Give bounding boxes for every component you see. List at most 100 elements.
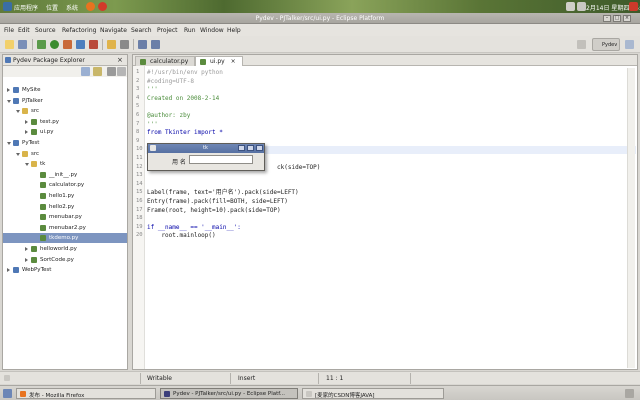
run-icon[interactable] [50, 40, 59, 49]
tk-maximize-button[interactable] [247, 145, 254, 151]
expanded-arrow-icon[interactable] [25, 163, 29, 167]
tree-item[interactable]: __init__.py [3, 170, 127, 180]
tree-item-label: hello2.py [49, 203, 75, 210]
status-bar: Writable Insert 11 : 1 [0, 371, 640, 384]
tree-item[interactable]: WebPyTest [3, 265, 127, 275]
tk-minimize-button[interactable] [238, 145, 245, 151]
collapsed-arrow-icon[interactable] [25, 119, 28, 124]
open-type-icon[interactable] [107, 40, 116, 49]
minimize-panel-icon[interactable] [117, 67, 126, 76]
maximize-button[interactable]: □ [613, 15, 621, 22]
task-label: [麦家的CSDN博客JAVA] [315, 393, 375, 399]
tree-item[interactable]: MySite [3, 85, 127, 95]
help-launcher-icon[interactable] [98, 2, 107, 11]
network-icon[interactable] [566, 2, 575, 11]
tk-window-titlebar[interactable]: tk [148, 144, 264, 153]
back-icon[interactable] [138, 40, 147, 49]
tree-item[interactable]: ui.py [3, 127, 127, 137]
tree-item[interactable]: calculator.py [3, 180, 127, 190]
minimize-button[interactable]: – [603, 15, 611, 22]
collapsed-arrow-icon[interactable] [25, 257, 28, 262]
eclipse-icon [164, 391, 170, 397]
window-titlebar[interactable]: Pydev - PJTalker/src/ui.py - Eclipse Pla… [0, 13, 640, 24]
firefox-launcher-icon[interactable] [86, 2, 95, 11]
line-number: 17 [136, 206, 143, 213]
expanded-arrow-icon[interactable] [16, 110, 20, 114]
tree-item[interactable]: tkdemo.py [3, 233, 127, 244]
tk-close-button[interactable] [256, 145, 263, 151]
expanded-arrow-icon[interactable] [16, 152, 20, 156]
menu-source[interactable]: Source [35, 27, 56, 34]
tree-item[interactable]: tk [3, 159, 127, 169]
search-icon[interactable] [120, 40, 129, 49]
workspace-switcher-icon[interactable] [625, 389, 634, 398]
new-project-icon[interactable] [76, 40, 85, 49]
package-explorer-tab[interactable]: Pydev Package Explorer × [3, 55, 127, 66]
fast-view-icon[interactable] [4, 375, 10, 381]
applications-menu[interactable]: 应用程序 [14, 3, 38, 12]
expanded-arrow-icon[interactable] [7, 99, 11, 103]
view-menu-icon[interactable] [107, 67, 116, 76]
places-menu[interactable]: 位置 [46, 3, 58, 12]
line-number: 19 [136, 223, 143, 230]
tree-item[interactable]: hello2.py [3, 202, 127, 212]
tree-item[interactable]: src [3, 149, 127, 159]
external-tools-icon[interactable] [63, 40, 72, 49]
tree-item[interactable]: PyTest [3, 138, 127, 148]
code-line: ''' [147, 86, 158, 94]
collapsed-arrow-icon[interactable] [25, 130, 28, 135]
menu-search[interactable]: Search [131, 27, 152, 34]
tab-calculator-py[interactable]: calculator.py [135, 56, 196, 66]
link-editor-icon[interactable] [93, 67, 102, 76]
collapsed-arrow-icon[interactable] [7, 268, 10, 273]
open-perspective-icon[interactable] [577, 40, 586, 49]
menu-edit[interactable]: Edit [18, 27, 30, 34]
tab-ui-py[interactable]: ui.py × [195, 56, 243, 66]
project-icon [13, 140, 19, 146]
logout-icon[interactable] [629, 2, 638, 11]
collapsed-arrow-icon[interactable] [25, 247, 28, 251]
menu-help[interactable]: Help [227, 27, 241, 34]
menu-run[interactable]: Run [184, 27, 196, 34]
debug-icon[interactable] [37, 40, 46, 49]
tree-item[interactable]: menubar.py [3, 212, 127, 222]
save-icon[interactable] [18, 40, 27, 49]
tree-item[interactable]: hello1.py [3, 191, 127, 201]
gnome-foot-icon[interactable] [3, 2, 12, 11]
expanded-arrow-icon[interactable] [7, 142, 11, 145]
task-firefox[interactable]: 发布 - Mozilla Firefox [16, 388, 156, 399]
tree-item[interactable]: SortCode.py [3, 255, 127, 265]
tk-username-entry[interactable] [189, 155, 253, 164]
tree-item[interactable]: menubar2.py [3, 223, 127, 233]
collapse-all-icon[interactable] [81, 67, 90, 76]
menu-refactoring[interactable]: Refactoring [62, 27, 96, 34]
system-menu[interactable]: 系统 [66, 3, 78, 12]
menu-project[interactable]: Project [157, 27, 178, 34]
perspective-icon[interactable] [625, 40, 634, 49]
task-browser-csdn[interactable]: [麦家的CSDN博客JAVA] [302, 388, 444, 399]
tree-item[interactable]: PJTalker [3, 96, 127, 106]
new-icon[interactable] [5, 40, 14, 49]
menu-navigate[interactable]: Navigate [100, 27, 127, 34]
menu-window[interactable]: Window [200, 27, 224, 34]
volume-icon[interactable] [577, 2, 586, 11]
tk-demo-window[interactable]: tk 用 名 [147, 143, 265, 171]
tree-item[interactable]: src [3, 106, 127, 116]
collapsed-arrow-icon[interactable] [7, 88, 10, 92]
task-eclipse[interactable]: Pydev - PJTalker/src/ui.py - Eclipse Pla… [160, 388, 298, 399]
close-tab-icon[interactable]: × [231, 58, 236, 65]
perspective-pydev-button[interactable]: Pydev [592, 38, 620, 51]
forward-icon[interactable] [151, 40, 160, 49]
show-desktop-icon[interactable] [3, 389, 12, 398]
py-icon [40, 193, 46, 199]
close-button[interactable]: × [623, 15, 631, 22]
project-icon [13, 97, 19, 104]
new-class-icon[interactable] [89, 40, 98, 49]
editor-overview-ruler[interactable] [627, 68, 635, 368]
py-icon [40, 224, 46, 231]
tree-item[interactable]: test.py [3, 117, 127, 127]
code-area[interactable]: 1 #!/usr/bin/env python 2 #coding=UTF-8 3 '''… [133, 69, 637, 369]
menu-file[interactable]: File [4, 27, 14, 34]
tree-item[interactable]: helloworld.py [3, 244, 127, 254]
close-panel-icon[interactable]: × [117, 56, 123, 64]
